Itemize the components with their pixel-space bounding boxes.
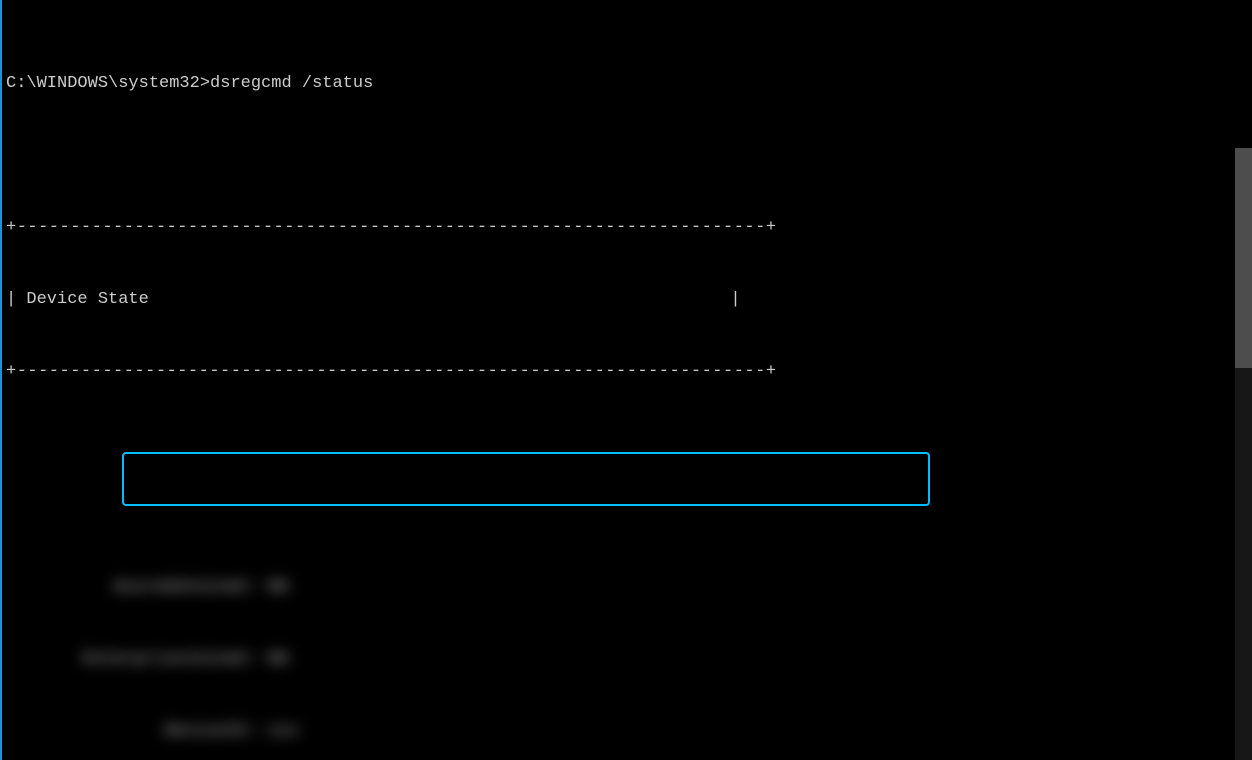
prompt-command: dsregcmd /status [210, 74, 373, 93]
output-row: DeviceId:xxx [6, 720, 1252, 744]
section-separator-bottom: +---------------------------------------… [6, 360, 1252, 384]
prompt-path: C:\WINDOWS\system32> [6, 74, 210, 93]
blank-line [6, 432, 1252, 456]
section-separator-top: +---------------------------------------… [6, 216, 1252, 240]
redacted-output-top: AzureAdJoined:NO EnterpriseJoined:NO Dev… [6, 528, 1252, 760]
scrollbar-thumb[interactable] [1235, 148, 1252, 368]
terminal-window[interactable]: C:\WINDOWS\system32>dsregcmd /status +--… [0, 0, 1252, 760]
section-title-device-state: | Device State | [6, 288, 1252, 312]
output-row: AzureAdJoined:NO [6, 576, 1252, 600]
blank-line [6, 144, 1252, 168]
output-row: EnterpriseJoined:NO [6, 648, 1252, 672]
command-prompt-line: C:\WINDOWS\system32>dsregcmd /status [6, 72, 1252, 96]
